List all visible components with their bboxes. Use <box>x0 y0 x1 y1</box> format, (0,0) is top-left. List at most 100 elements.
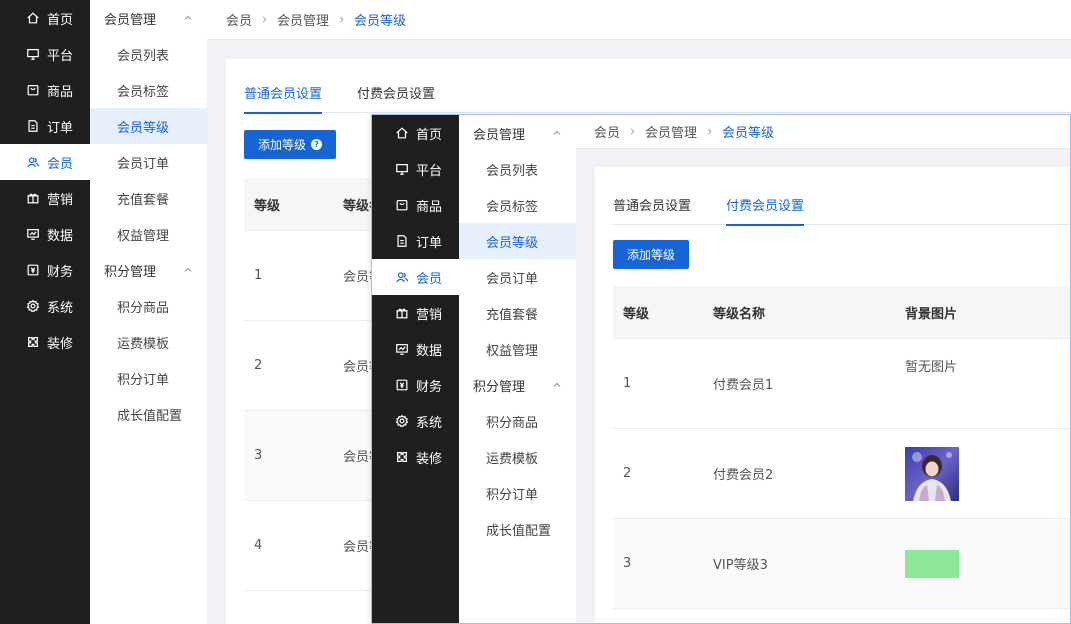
submenu-group-member-mgmt[interactable]: 会员管理 <box>459 115 576 151</box>
cell-name: 付费会员1 <box>713 378 774 393</box>
rail-item-data[interactable]: 数据 <box>0 216 90 252</box>
rail-item-decoration[interactable]: 装修 <box>0 324 90 360</box>
table-row: 1 付费会员1 暂无图片 <box>613 339 1070 429</box>
tab-normal-member[interactable]: 普通会员设置 <box>613 195 691 225</box>
table-header: 等级 等级名称 背景图片 <box>613 286 1070 339</box>
rail-item-finance[interactable]: 财务 <box>372 367 459 403</box>
submenu-item-growth-config[interactable]: 成长值配置 <box>90 396 207 432</box>
rail-item-orders[interactable]: 订单 <box>0 108 90 144</box>
breadcrumb-item[interactable]: 会员 <box>226 10 252 29</box>
breadcrumb: 会员 会员管理 会员等级 <box>576 115 1070 149</box>
chevron-right-icon <box>628 127 637 136</box>
finance-icon <box>394 377 410 393</box>
rail-label: 平台 <box>416 163 443 179</box>
rail-item-members[interactable]: 会员 <box>372 259 459 295</box>
cell-background <box>895 429 1070 518</box>
submenu-item-recharge[interactable]: 充值套餐 <box>459 295 576 331</box>
add-level-button[interactable]: 添加等级? <box>244 130 337 159</box>
submenu-group-points-mgmt[interactable]: 积分管理 <box>90 252 207 288</box>
submenu-item-member-tags[interactable]: 会员标签 <box>459 187 576 223</box>
rail-item-marketing[interactable]: 营销 <box>0 180 90 216</box>
rail-label: 商品 <box>416 199 443 215</box>
rail-label: 商品 <box>47 84 74 100</box>
rail-item-platform[interactable]: 平台 <box>372 151 459 187</box>
breadcrumb-item[interactable]: 会员管理 <box>645 122 697 141</box>
rail-item-system[interactable]: 系统 <box>0 288 90 324</box>
submenu-item-points-orders[interactable]: 积分订单 <box>459 475 576 511</box>
chevron-up-icon <box>553 382 561 387</box>
submenu-group-points-mgmt[interactable]: 积分管理 <box>459 367 576 403</box>
rail-label: 财务 <box>416 379 443 395</box>
cell-name: 付费会员2 <box>713 468 774 483</box>
cell-level: 1 <box>623 376 632 391</box>
cell-background <box>895 519 1070 608</box>
gear-icon <box>394 413 410 429</box>
rail-label: 营销 <box>47 192 74 208</box>
cell-name: VIP等级3 <box>713 558 768 573</box>
submenu-item-benefits[interactable]: 权益管理 <box>459 331 576 367</box>
submenu-item-shipping-template[interactable]: 运费模板 <box>459 439 576 475</box>
rail-label: 首页 <box>416 127 443 143</box>
rail-item-marketing[interactable]: 营销 <box>372 295 459 331</box>
paid-level-table: 等级 等级名称 背景图片 1 付费会员1 暂无图片 2 付费会员2 3 VIP等… <box>613 286 1070 609</box>
help-icon[interactable]: ? <box>311 139 323 150</box>
no-image-text: 暂无图片 <box>905 360 958 375</box>
bag-icon <box>25 82 41 98</box>
rail-item-finance[interactable]: 财务 <box>0 252 90 288</box>
rail-item-orders[interactable]: 订单 <box>372 223 459 259</box>
submenu-group-member-mgmt[interactable]: 会员管理 <box>90 0 207 36</box>
add-level-button[interactable]: 添加等级 <box>613 240 690 269</box>
submenu-item-member-levels[interactable]: 会员等级 <box>459 223 576 259</box>
tab-paid-member[interactable]: 付费会员设置 <box>357 83 435 113</box>
rail-item-decoration[interactable]: 装修 <box>372 439 459 475</box>
rail-label: 财务 <box>47 264 74 280</box>
submenu: 会员管理 会员列表 会员标签 会员等级 会员订单 充值套餐 权益管理 积分管理 … <box>90 0 207 624</box>
chevron-up-icon <box>184 267 192 272</box>
home-icon <box>394 125 410 141</box>
submenu-item-member-orders[interactable]: 会员订单 <box>459 259 576 295</box>
rail-item-goods[interactable]: 商品 <box>0 72 90 108</box>
submenu-item-points-goods[interactable]: 积分商品 <box>90 288 207 324</box>
breadcrumb-item[interactable]: 会员管理 <box>277 10 329 29</box>
breadcrumb-item-current: 会员等级 <box>722 126 775 141</box>
submenu: 会员管理 会员列表 会员标签 会员等级 会员订单 充值套餐 权益管理 积分管理 … <box>459 115 576 623</box>
rail-item-home[interactable]: 首页 <box>372 115 459 151</box>
rail-label: 营销 <box>416 307 443 323</box>
submenu-item-points-goods[interactable]: 积分商品 <box>459 403 576 439</box>
cell-level: 3 <box>254 448 263 463</box>
submenu-item-shipping-template[interactable]: 运费模板 <box>90 324 207 360</box>
chevron-right-icon <box>705 127 714 136</box>
background-thumbnail-image[interactable] <box>905 446 959 501</box>
breadcrumb-item-current: 会员等级 <box>354 14 407 29</box>
rail-item-home[interactable]: 首页 <box>0 0 90 36</box>
rail-item-system[interactable]: 系统 <box>372 403 459 439</box>
tabs: 普通会员设置 付费会员设置 <box>613 195 1070 226</box>
submenu-item-member-list[interactable]: 会员列表 <box>459 151 576 187</box>
submenu-item-recharge[interactable]: 充值套餐 <box>90 180 207 216</box>
tab-normal-member[interactable]: 普通会员设置 <box>244 83 323 114</box>
submenu-item-member-orders[interactable]: 会员订单 <box>90 144 207 180</box>
rail-item-data[interactable]: 数据 <box>372 331 459 367</box>
document-icon <box>394 233 410 249</box>
submenu-item-member-list[interactable]: 会员列表 <box>90 36 207 72</box>
submenu-item-member-tags[interactable]: 会员标签 <box>90 72 207 108</box>
background-color-swatch[interactable] <box>905 549 959 578</box>
home-icon <box>25 10 41 26</box>
submenu-item-points-orders[interactable]: 积分订单 <box>90 360 207 396</box>
submenu-item-growth-config[interactable]: 成长值配置 <box>459 511 576 547</box>
main-rail: 首页 平台 商品 订单 会员 营销 数据 财务 系统 装修 <box>372 115 459 623</box>
submenu-group-label: 积分管理 <box>473 379 526 395</box>
rail-item-platform[interactable]: 平台 <box>0 36 90 72</box>
submenu-item-benefits[interactable]: 权益管理 <box>90 216 207 252</box>
tab-paid-member[interactable]: 付费会员设置 <box>726 195 805 226</box>
breadcrumb-item[interactable]: 会员 <box>594 122 620 141</box>
rail-item-goods[interactable]: 商品 <box>372 187 459 223</box>
users-icon <box>394 269 410 285</box>
finance-icon <box>25 262 41 278</box>
chevron-right-icon <box>337 15 346 24</box>
rail-label: 系统 <box>416 415 443 431</box>
rail-label: 会员 <box>47 156 74 172</box>
monitor-icon <box>25 46 41 62</box>
submenu-item-member-levels[interactable]: 会员等级 <box>90 108 207 144</box>
rail-item-members[interactable]: 会员 <box>0 144 90 180</box>
